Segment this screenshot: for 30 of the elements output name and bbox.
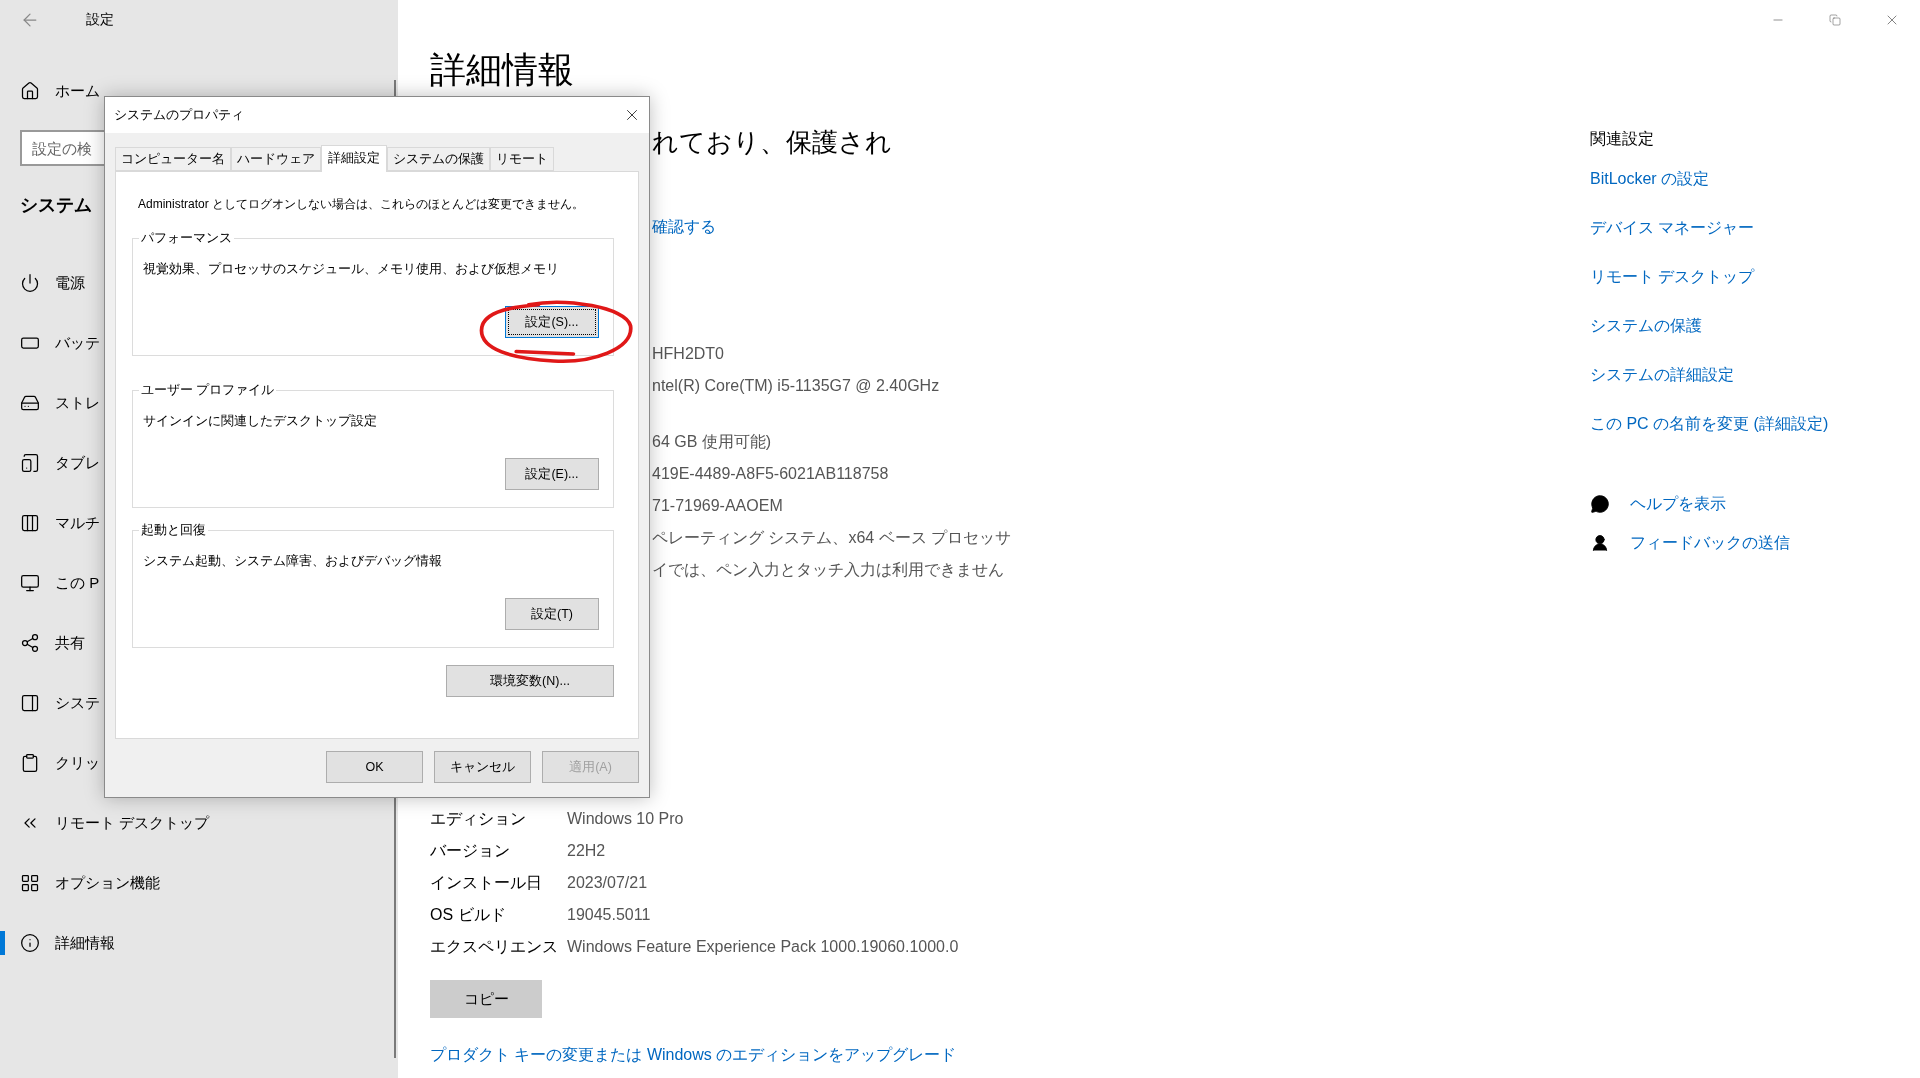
status-heading: れており、保護され — [652, 126, 892, 159]
spec-label: バージョン — [430, 841, 511, 861]
section-heading: システム — [20, 194, 92, 216]
spec-value: Windows 10 Pro — [567, 809, 685, 829]
spec-value: イでは、ペン入力とタッチ入力は利用できません — [652, 560, 1005, 580]
spec-value: 19045.5011 — [567, 905, 652, 925]
spec-label: エクスペリエンス — [430, 937, 559, 957]
group-label: パフォーマンス — [140, 230, 233, 247]
group-description: サインインに関連したデスクトップ設定 — [143, 413, 378, 430]
spec-value: 64 GB 使用可能) — [652, 432, 773, 452]
spec-value: 22H2 — [567, 841, 607, 861]
spec-value: ペレーティング システム、x64 ベース プロセッサ — [652, 528, 1012, 548]
group-label: ユーザー プロファイル — [140, 382, 276, 399]
spec-value: HFH2DT0 — [652, 344, 725, 364]
window-title: 設定 — [86, 11, 114, 29]
spec-label: OS ビルド — [430, 905, 507, 925]
spec-value: 2023/07/21 — [567, 873, 649, 893]
group-description: 視覚効果、プロセッサのスケジュール、メモリ使用、および仮想メモリ — [143, 261, 560, 278]
notice-text: Administrator としてログオンしない場合は、これらのほとんどは変更できません。 — [138, 196, 586, 212]
dialog-title: システムのプロパティ — [114, 106, 244, 124]
group-description: システム起動、システム障害、およびデバッグ情報 — [143, 553, 443, 570]
related-heading: 関連設定 — [1590, 129, 1654, 149]
spec-value: ntel(R) Core(TM) i5-1135G7 @ 2.40GHz — [652, 376, 940, 396]
spec-label: インストール日 — [430, 873, 543, 893]
spec-value: 71-71969-AAOEM — [652, 496, 784, 516]
spec-label: エディション — [430, 809, 527, 829]
page-title: 詳細情報 — [430, 48, 574, 92]
spec-value: 419E-4489-A8F5-6021AB118758 — [652, 464, 890, 484]
group-label: 起動と回復 — [140, 522, 207, 539]
spec-value: Windows Feature Experience Pack 1000.19060.1000.0 — [567, 937, 959, 957]
